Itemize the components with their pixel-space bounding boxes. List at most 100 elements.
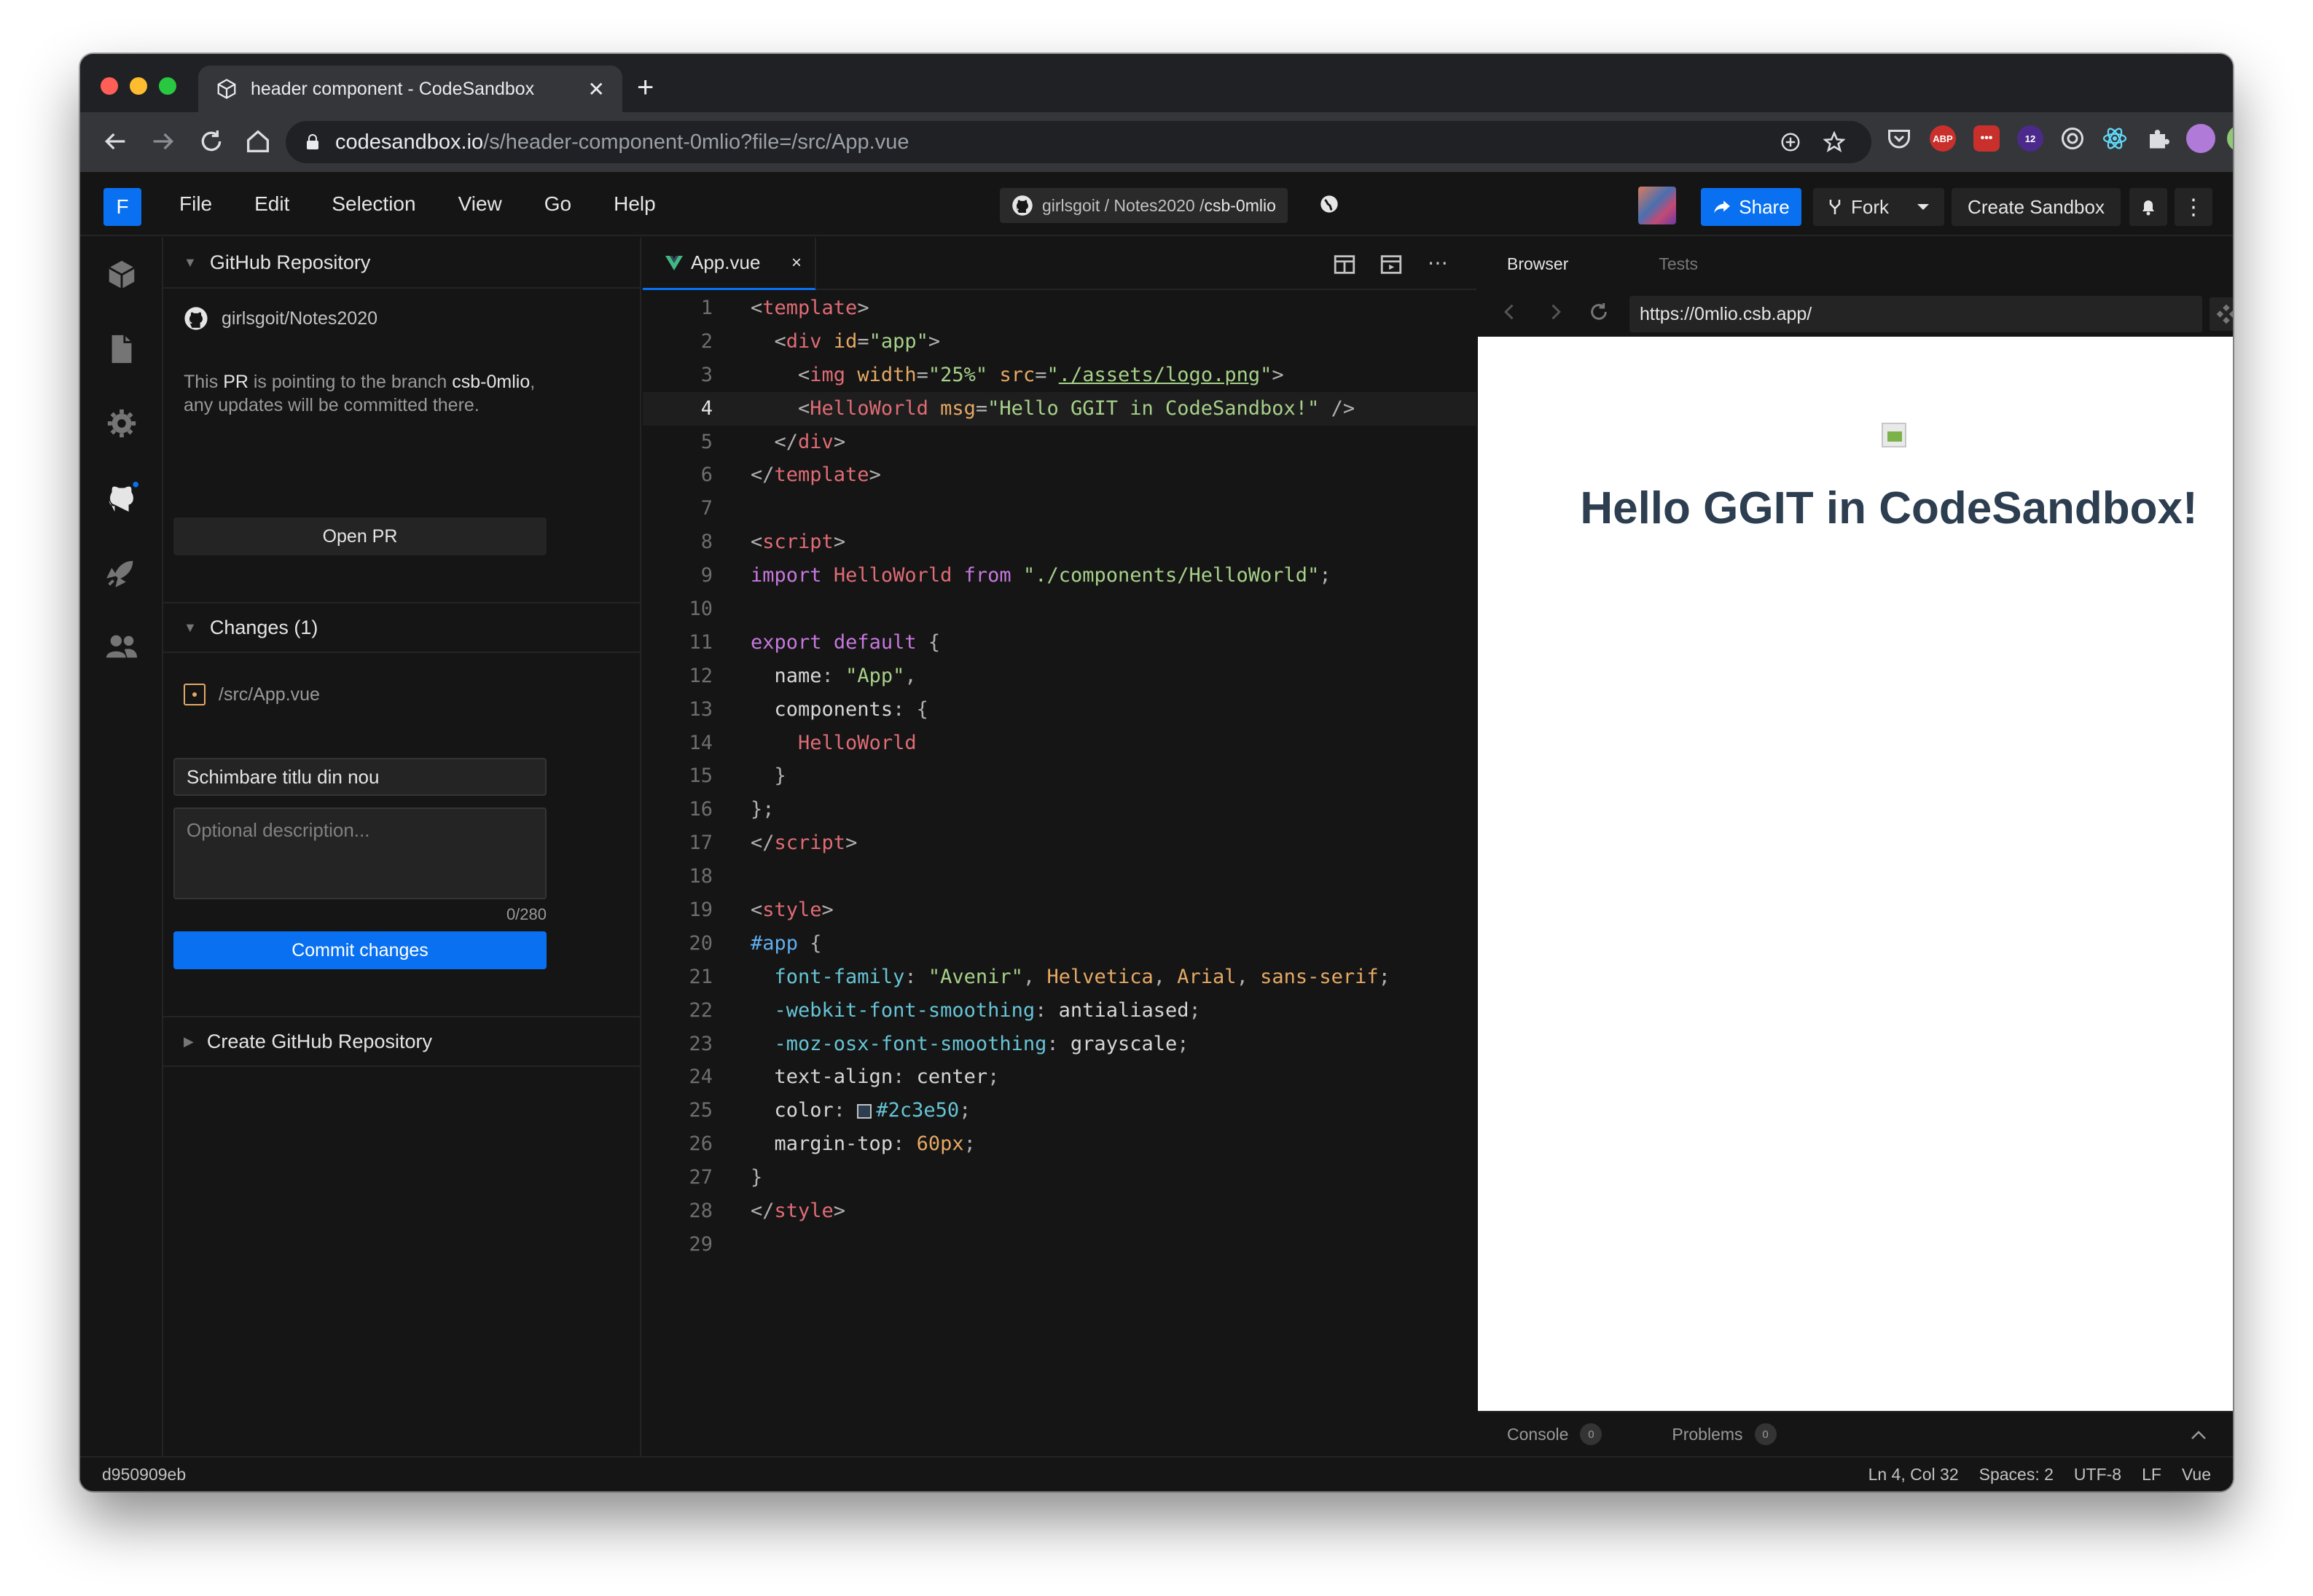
- tab-close-icon[interactable]: ✕: [588, 77, 605, 101]
- create-sandbox-button[interactable]: Create Sandbox: [1952, 188, 2121, 226]
- reload-icon[interactable]: [195, 127, 227, 156]
- preview-layout-button[interactable]: [2210, 297, 2233, 331]
- github-repository-section[interactable]: ▼ GitHub Repository: [163, 238, 640, 289]
- sandbox-path[interactable]: girlsgoit / Notes2020 / csb-0mlio: [1000, 188, 1288, 223]
- menu-go[interactable]: Go: [544, 192, 571, 216]
- language-mode[interactable]: Vue: [2182, 1465, 2211, 1484]
- share-label: Share: [1739, 195, 1790, 218]
- menu-file[interactable]: File: [179, 192, 212, 216]
- changes-section[interactable]: ▼ Changes (1): [163, 602, 640, 653]
- repo-branch: csb-0mlio: [1204, 195, 1276, 215]
- target-extension-icon[interactable]: [2059, 125, 2086, 152]
- line-number: 19: [689, 899, 713, 922]
- activity-bar: [80, 238, 163, 1456]
- bookmark-star-icon[interactable]: [1823, 131, 1845, 153]
- menu-edit[interactable]: Edit: [254, 192, 289, 216]
- settings-gear-icon[interactable]: [105, 407, 138, 440]
- maximize-window-button[interactable]: [159, 77, 176, 95]
- minimize-window-button[interactable]: [130, 77, 147, 95]
- commit-changes-button[interactable]: Commit changes: [173, 931, 547, 969]
- browser-tab-title: header component - CodeSandbox: [251, 78, 535, 99]
- update-icon[interactable]: [2227, 125, 2233, 152]
- close-window-button[interactable]: [101, 77, 118, 95]
- adblock-extension-icon[interactable]: ABP: [1930, 125, 1956, 152]
- code-line: 15 }: [643, 759, 1476, 793]
- fork-button[interactable]: Fork: [1813, 188, 1944, 226]
- code-line: 11 export default {: [643, 626, 1476, 660]
- address-url: codesandbox.io/s/header-component-0mlio?…: [335, 130, 909, 154]
- preview-panel: Browser Tests https://0mlio.csb.app/ Hel…: [1478, 238, 2233, 1456]
- chevron-up-icon[interactable]: [2191, 1430, 2207, 1440]
- code-line: 5 </div>: [643, 426, 1476, 459]
- menu-help[interactable]: Help: [614, 192, 656, 216]
- line-number: 27: [689, 1166, 713, 1189]
- globe-icon[interactable]: [1319, 194, 1339, 214]
- profile-avatar[interactable]: [2186, 124, 2215, 153]
- home-icon[interactable]: [242, 127, 274, 156]
- preview-back-icon[interactable]: [1500, 300, 1520, 324]
- user-avatar[interactable]: [1638, 187, 1676, 224]
- deploy-rocket-icon[interactable]: [105, 555, 138, 589]
- commit-title-input[interactable]: Schimbare titlu din nou: [173, 758, 547, 796]
- address-bar[interactable]: codesandbox.io/s/header-component-0mlio?…: [286, 121, 1871, 163]
- cursor-position[interactable]: Ln 4, Col 32: [1868, 1465, 1959, 1484]
- live-collaboration-icon[interactable]: [105, 630, 138, 663]
- color-swatch[interactable]: [857, 1103, 872, 1119]
- back-arrow-icon[interactable]: [99, 127, 131, 156]
- notifications-button[interactable]: [2129, 188, 2167, 226]
- code-line: 26 margin-top: 60px;: [643, 1127, 1476, 1161]
- repo-name: girlsgoit/Notes2020: [222, 308, 378, 329]
- pr-link[interactable]: PR: [223, 372, 248, 392]
- commit-description-textarea[interactable]: Optional description...: [173, 807, 547, 899]
- problems-tab[interactable]: Problems: [1672, 1425, 1742, 1444]
- preview-url-input[interactable]: https://0mlio.csb.app/: [1629, 296, 2202, 332]
- indentation[interactable]: Spaces: 2: [1979, 1465, 2054, 1484]
- bell-icon: [2142, 200, 2154, 216]
- line-number: 25: [689, 1099, 713, 1122]
- preview-frame[interactable]: Hello GGIT in CodeSandbox!: [1478, 337, 2233, 1411]
- more-options-button[interactable]: ⋮: [2175, 188, 2212, 226]
- create-github-repository-section[interactable]: ▶ Create GitHub Repository: [163, 1016, 640, 1067]
- preview-refresh-icon[interactable]: [1587, 300, 1611, 324]
- split-editor-icon[interactable]: [1332, 252, 1357, 277]
- forward-arrow-icon[interactable]: [147, 127, 179, 156]
- commit-hash: d950909eb: [102, 1465, 187, 1484]
- tab-browser[interactable]: Browser: [1507, 254, 1568, 274]
- line-number: 3: [700, 363, 713, 386]
- caret-down-icon: ▼: [184, 619, 197, 635]
- file-explorer-icon[interactable]: [105, 332, 138, 366]
- preview-forward-icon[interactable]: [1545, 300, 1565, 324]
- react-devtools-icon[interactable]: [2102, 125, 2128, 152]
- open-pr-button[interactable]: Open PR: [173, 517, 547, 555]
- menu-view[interactable]: View: [458, 192, 502, 216]
- workspace-logo[interactable]: F: [103, 188, 141, 226]
- caret-right-icon: ▶: [184, 1033, 194, 1049]
- preview-console-bar: Console 0 Problems 0: [1478, 1411, 2233, 1456]
- line-number: 21: [689, 965, 713, 988]
- browser-tab[interactable]: header component - CodeSandbox ✕: [198, 66, 622, 112]
- editor-tab-app-vue[interactable]: App.vue ×: [643, 238, 816, 290]
- repo-link[interactable]: girlsgoit/Notes2020: [184, 306, 377, 331]
- share-button[interactable]: Share: [1701, 188, 1801, 226]
- lastpass-extension-icon[interactable]: •••: [1973, 125, 2000, 152]
- sandbox-info-icon[interactable]: [105, 258, 138, 292]
- menu-selection[interactable]: Selection: [332, 192, 415, 216]
- encoding[interactable]: UTF-8: [2074, 1465, 2121, 1484]
- preview-toggle-icon[interactable]: [1379, 252, 1404, 277]
- code-lines[interactable]: 1 <template> 2 <div id="app"> 3 <img widt…: [643, 292, 1476, 1261]
- extension-badge-icon[interactable]: 12: [2017, 125, 2043, 152]
- puzzle-extensions-icon[interactable]: [2145, 125, 2172, 152]
- github-activity-icon[interactable]: [105, 481, 138, 515]
- more-icon[interactable]: ⋯: [1425, 252, 1450, 277]
- new-tab-button[interactable]: +: [637, 70, 654, 105]
- chevron-down-icon[interactable]: [1917, 203, 1930, 211]
- close-tab-icon[interactable]: ×: [791, 253, 802, 273]
- line-content: export default {: [751, 630, 941, 654]
- pocket-extension-icon[interactable]: [1886, 125, 1912, 152]
- console-tab[interactable]: Console: [1507, 1425, 1568, 1444]
- tab-tests[interactable]: Tests: [1659, 254, 1698, 274]
- github-icon: [1012, 195, 1033, 216]
- install-app-icon[interactable]: [1780, 131, 1801, 153]
- line-ending[interactable]: LF: [2142, 1465, 2161, 1484]
- changed-file-item[interactable]: /src/App.vue: [184, 684, 320, 705]
